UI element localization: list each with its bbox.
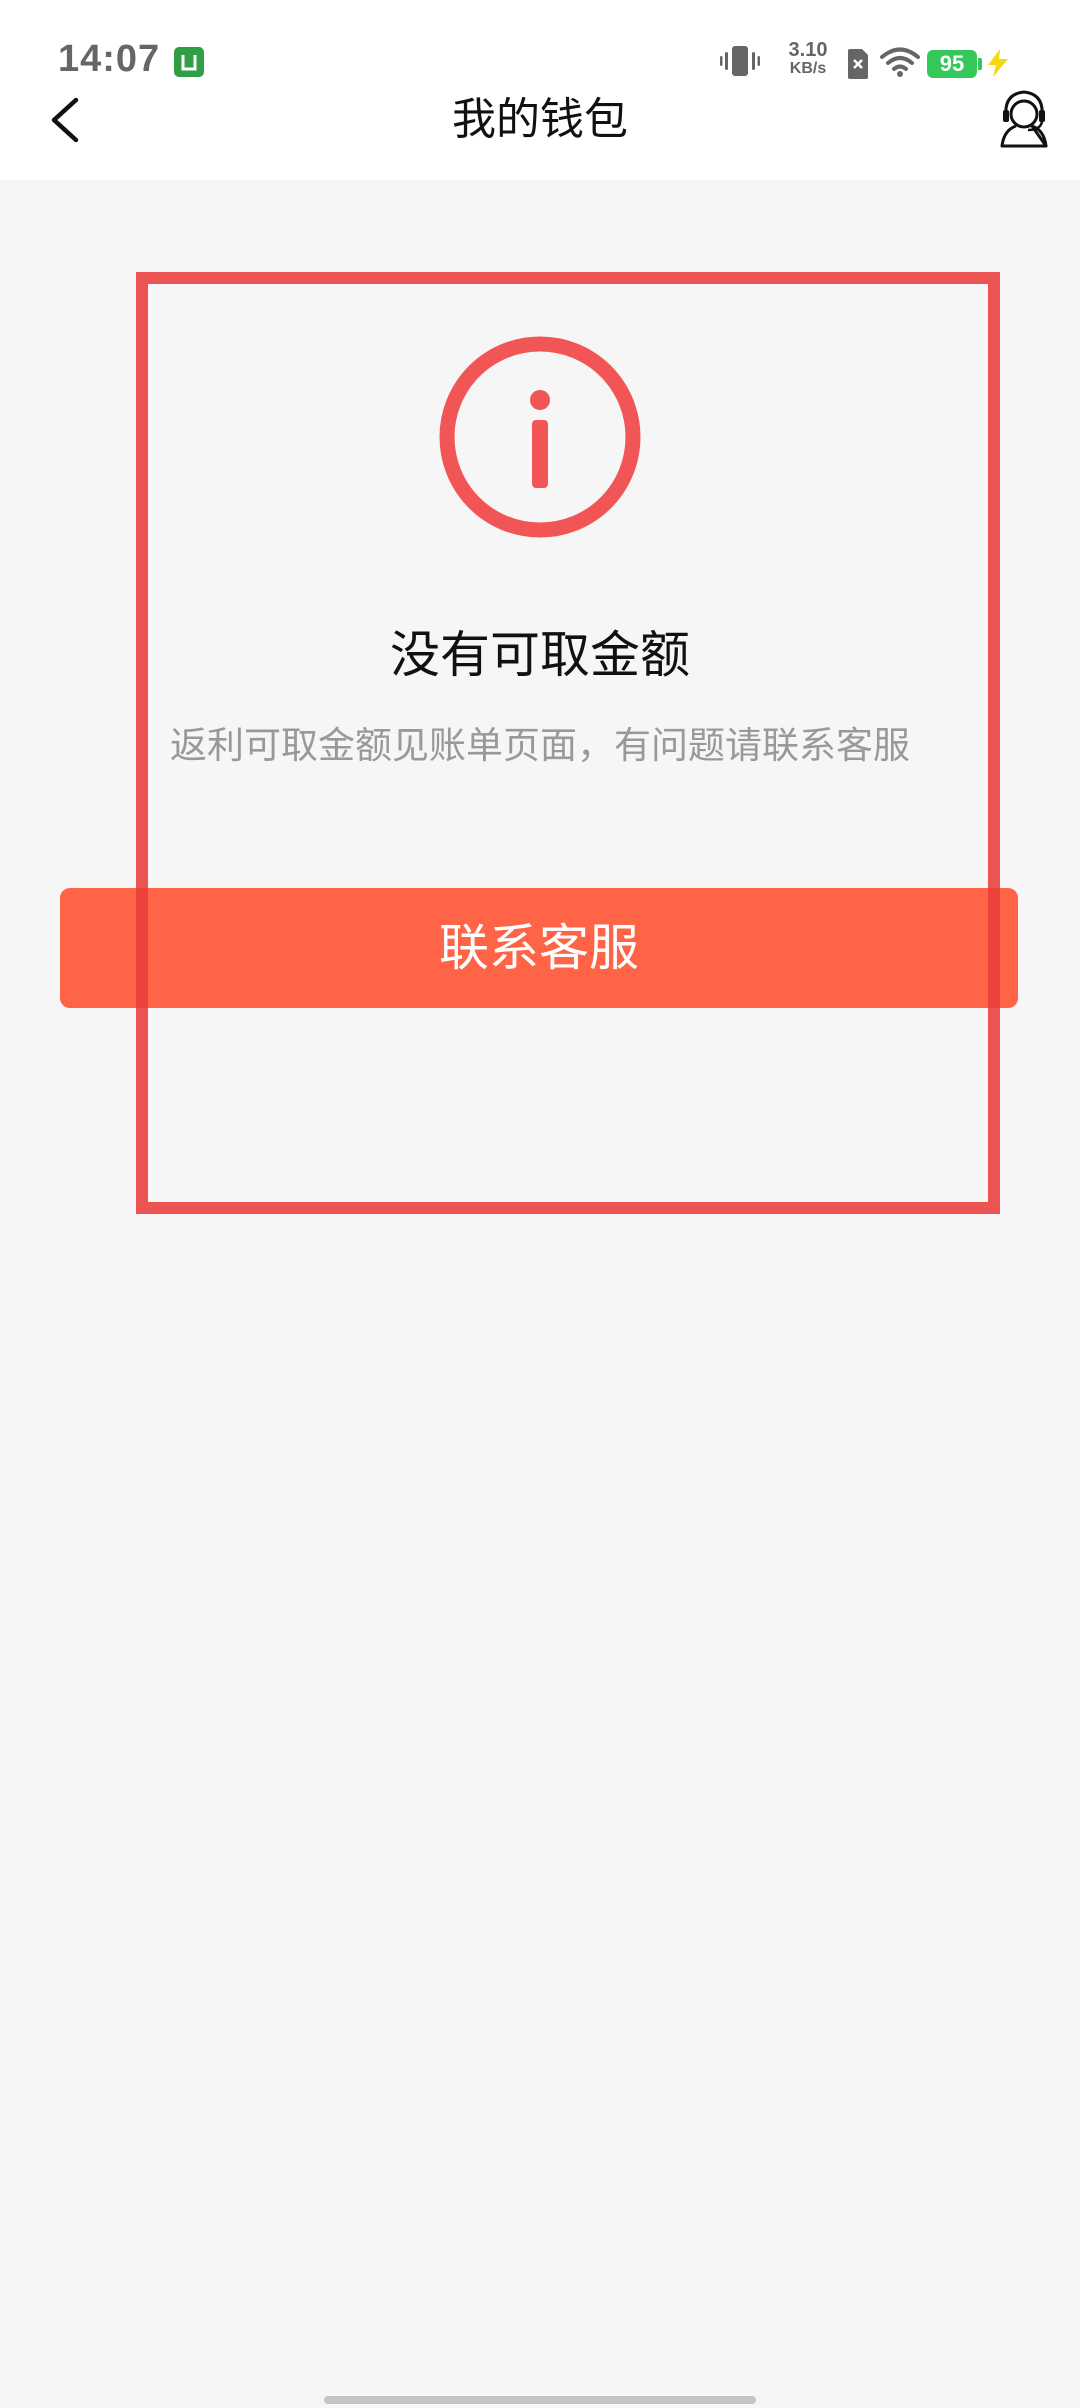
status-bar: 14:07 3.10 KB/s 95 [0, 0, 1080, 90]
wifi-icon [880, 46, 920, 82]
battery-icon: 95 [927, 50, 977, 78]
empty-state-title: 没有可取金额 [390, 626, 690, 684]
customer-service-icon [1000, 90, 1048, 148]
charging-icon [984, 48, 1012, 82]
contact-service-button[interactable]: 联系客服 [60, 888, 1018, 1008]
status-time: 14:07 [58, 38, 161, 80]
top-bar: 14:07 3.10 KB/s 95 我的钱包 [0, 0, 1080, 180]
net-speed: 3.10 KB/s [778, 40, 838, 77]
info-icon [438, 335, 642, 539]
home-indicator [324, 2396, 756, 2404]
net-speed-unit: KB/s [789, 60, 827, 77]
app-badge-icon [174, 47, 204, 77]
page-title: 我的钱包 [452, 94, 628, 145]
net-speed-value: 3.10 [788, 39, 828, 61]
battery-tip [978, 58, 982, 70]
customer-service-button[interactable] [992, 88, 1056, 152]
empty-state-description: 返利可取金额见账单页面，有问题请联系客服 [170, 724, 910, 767]
vibrate-icon [720, 44, 760, 82]
no-sim-icon [846, 48, 870, 84]
status-icons: 3.10 KB/s 95 [720, 40, 1080, 88]
